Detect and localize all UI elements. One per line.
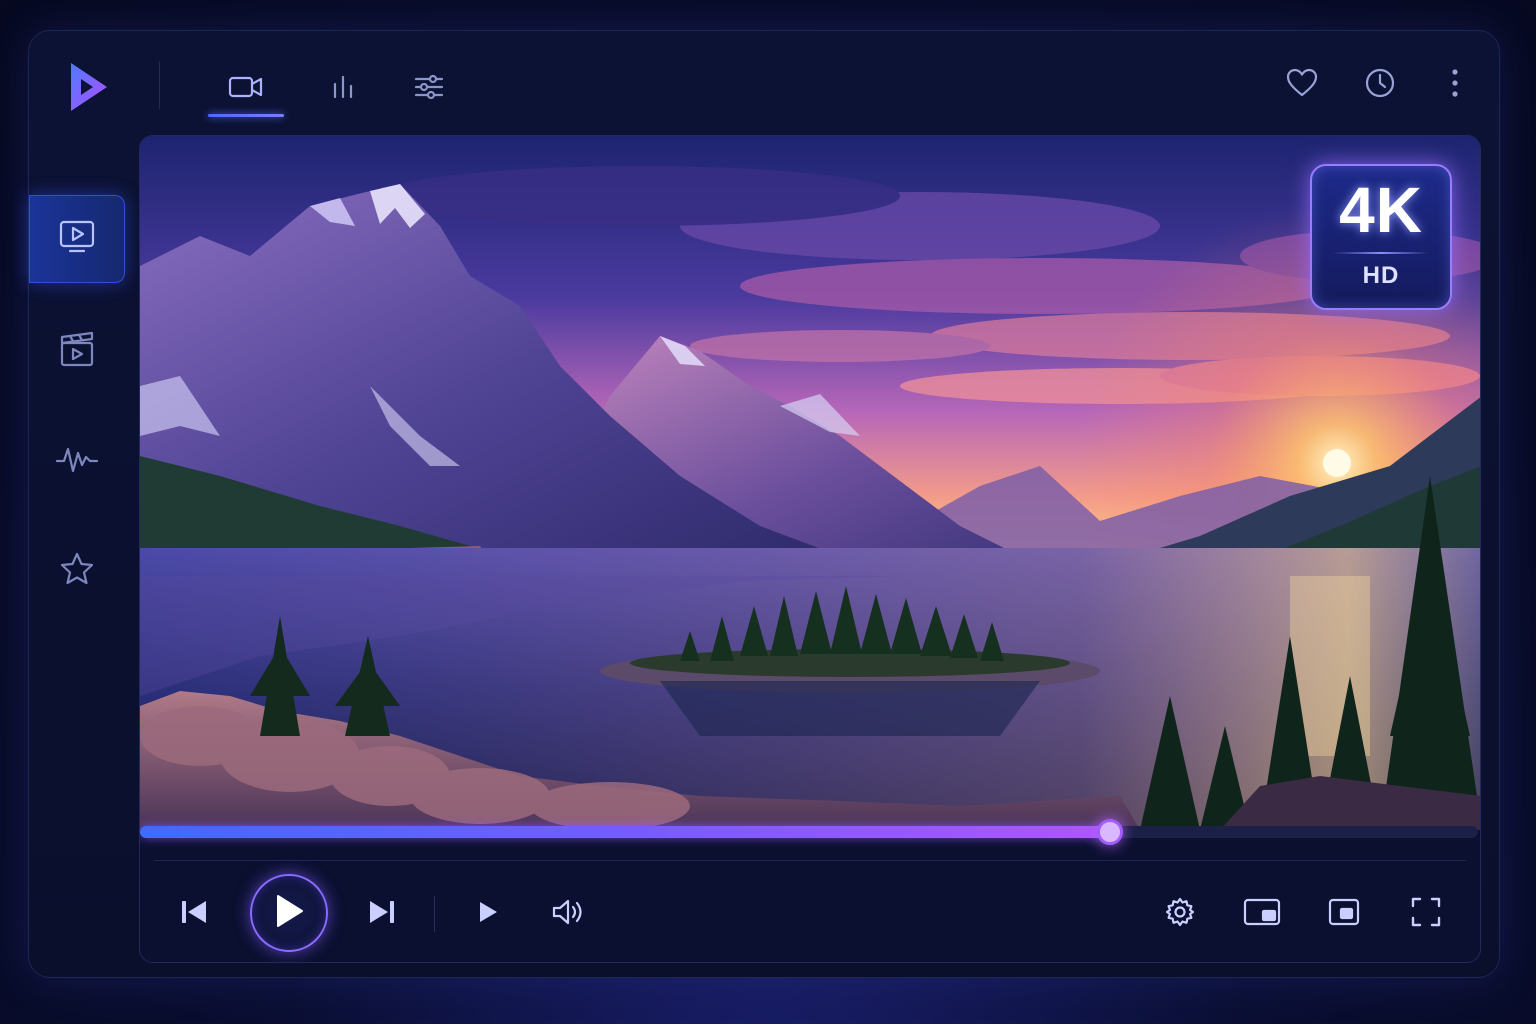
clock-icon [1364, 67, 1396, 104]
fullscreen-button[interactable] [1402, 890, 1450, 938]
settings-button[interactable] [1156, 890, 1204, 938]
picture-in-picture-icon [1243, 897, 1281, 932]
quality-label: HD [1362, 262, 1400, 289]
header-divider [159, 61, 160, 109]
monitor-play-icon [59, 220, 95, 259]
landscape-scene [140, 136, 1480, 830]
sliders-icon [414, 73, 444, 106]
progress-handle[interactable] [1097, 819, 1123, 845]
progress-bar[interactable] [140, 819, 1478, 845]
tab-video[interactable] [208, 63, 284, 117]
volume-icon [551, 897, 585, 932]
video-player-app: 4K HD [28, 30, 1500, 978]
tab-adjust[interactable] [401, 63, 457, 115]
favorite-button[interactable] [1278, 61, 1326, 109]
bar-chart-icon [329, 73, 357, 106]
more-options-button[interactable] [1431, 61, 1479, 109]
sidebar-item-favorites[interactable] [29, 527, 125, 615]
settings-gear-icon [1165, 897, 1195, 932]
resolution-label: 4K [1339, 174, 1423, 246]
star-icon [59, 551, 95, 592]
clapperboard-icon [60, 331, 94, 372]
controls-divider [154, 860, 1466, 861]
progress-fill [140, 826, 1110, 838]
skip-next-icon [368, 899, 396, 930]
badge-divider [1333, 252, 1429, 254]
picture-in-picture-button[interactable] [1236, 890, 1288, 938]
more-vertical-icon [1451, 68, 1459, 103]
volume-button[interactable] [544, 890, 592, 938]
next-button[interactable] [358, 892, 406, 936]
sidebar-item-library[interactable] [29, 307, 125, 395]
mini-player-icon [1328, 897, 1360, 932]
sidebar-item-now-playing[interactable] [29, 195, 125, 283]
skip-previous-icon [180, 899, 208, 930]
waveform-icon [55, 443, 99, 480]
previous-button[interactable] [170, 892, 218, 936]
resolution-badge: 4K HD [1310, 164, 1452, 310]
play-small-icon [477, 900, 499, 929]
fullscreen-icon [1410, 896, 1442, 933]
play-triangle-logo [67, 59, 111, 115]
tab-stats[interactable] [315, 63, 371, 115]
controls-separator [434, 896, 435, 932]
play-button[interactable] [250, 874, 328, 952]
sidebar-item-audio[interactable] [29, 417, 125, 505]
video-camera-icon [228, 73, 264, 106]
play-mode-button[interactable] [466, 892, 510, 936]
history-button[interactable] [1356, 61, 1404, 109]
video-frame[interactable]: 4K HD [140, 136, 1480, 830]
play-icon [274, 894, 304, 933]
mini-player-button[interactable] [1320, 890, 1368, 938]
heart-icon [1286, 68, 1318, 103]
video-player: 4K HD [139, 135, 1481, 963]
